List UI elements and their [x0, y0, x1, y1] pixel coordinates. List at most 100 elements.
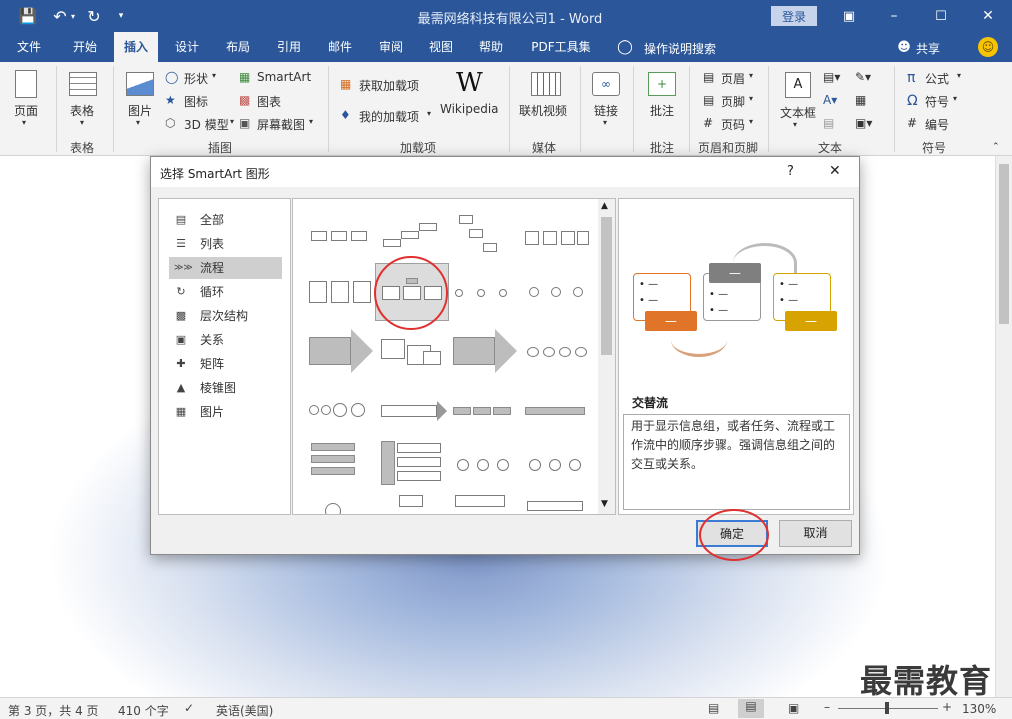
ribbon-display-icon[interactable]: ▣ [838, 6, 860, 26]
layout-thumbnail[interactable] [449, 323, 519, 379]
table-button[interactable]: 表格 [70, 102, 94, 119]
tab-pdf-tools[interactable]: PDF工具集 [523, 32, 599, 62]
zoom-in-icon[interactable]: + [942, 700, 952, 714]
gallery-scrollbar[interactable]: ▲ ▼ [598, 199, 615, 514]
layout-thumbnail[interactable] [305, 381, 375, 437]
wordart-icon[interactable]: A▾ [823, 93, 837, 107]
category-matrix[interactable]: ✚ 矩阵 [169, 353, 282, 375]
vertical-scrollbar[interactable] [995, 156, 1012, 697]
footer-dropdown-icon[interactable]: ▾ [749, 94, 753, 103]
save-icon[interactable]: 💾 [18, 6, 38, 26]
signature-icon[interactable]: ✎▾ [855, 70, 871, 84]
online-video-button[interactable]: 联机视频 [519, 102, 567, 119]
tab-view[interactable]: 视图 [418, 32, 464, 62]
layout-thumbnail[interactable] [305, 495, 375, 514]
layout-thumbnail[interactable] [521, 437, 591, 493]
header-button[interactable]: 页眉 [721, 70, 745, 87]
scroll-down-icon[interactable]: ▼ [601, 499, 608, 509]
minimize-icon[interactable]: – [883, 6, 905, 26]
login-button[interactable]: 登录 [771, 6, 817, 26]
repeat-icon[interactable]: ↻ [84, 6, 104, 26]
read-mode-icon[interactable]: ▤ [708, 701, 719, 715]
close-window-icon[interactable]: ✕ [977, 6, 999, 26]
dropcap-icon[interactable]: ▤ [823, 116, 834, 130]
smiley-icon[interactable]: ☺ [978, 37, 998, 57]
symbol-dropdown-icon[interactable]: ▾ [953, 94, 957, 103]
web-layout-icon[interactable]: ▣ [788, 701, 799, 715]
smartart-button[interactable]: SmartArt [257, 70, 311, 84]
tab-mailings[interactable]: 邮件 [317, 32, 363, 62]
tab-layout[interactable]: 布局 [215, 32, 261, 62]
footer-button[interactable]: 页脚 [721, 93, 745, 110]
category-pyramid[interactable]: ▲ 棱锥图 [169, 377, 282, 399]
proofing-icon[interactable]: ✓ [184, 701, 194, 715]
customize-qat-icon[interactable]: ▾ [114, 6, 128, 26]
tab-file[interactable]: 文件 [8, 32, 50, 62]
layout-thumbnail[interactable] [305, 323, 375, 379]
layout-thumbnail[interactable] [377, 495, 447, 514]
layout-thumbnail[interactable] [377, 323, 447, 379]
dialog-close-icon[interactable]: ✕ [829, 163, 841, 179]
quick-parts-icon[interactable]: ▤▾ [823, 70, 840, 84]
category-cycle[interactable]: ↻ 循环 [169, 281, 282, 303]
category-relationship[interactable]: ▣ 关系 [169, 329, 282, 351]
tab-help[interactable]: 帮助 [468, 32, 514, 62]
layout-thumbnail[interactable] [449, 437, 519, 493]
tab-design[interactable]: 设计 [164, 32, 210, 62]
tab-review[interactable]: 审阅 [368, 32, 414, 62]
header-dropdown-icon[interactable]: ▾ [749, 71, 753, 80]
scroll-up-icon[interactable]: ▲ [601, 201, 608, 211]
layout-thumbnail[interactable] [449, 265, 519, 321]
screenshot-dropdown-icon[interactable]: ▾ [309, 117, 313, 126]
maximize-icon[interactable]: ☐ [930, 6, 952, 26]
tell-me-search[interactable]: 操作说明搜索 [644, 40, 716, 57]
layout-thumbnail[interactable] [377, 437, 447, 493]
page-number-button[interactable]: 页码 [721, 116, 745, 133]
icons-button[interactable]: 图标 [184, 93, 208, 110]
model3d-button[interactable]: 3D 模型 [184, 116, 229, 133]
comment-button[interactable]: 批注 [650, 102, 674, 119]
layout-thumbnail[interactable] [521, 265, 591, 321]
get-addins-button[interactable]: 获取加载项 [359, 77, 419, 94]
layout-thumbnail[interactable] [521, 381, 591, 437]
picture-button[interactable]: 图片 [128, 102, 152, 119]
model3d-dropdown-icon[interactable]: ▾ [230, 117, 234, 126]
category-picture[interactable]: ▦ 图片 [169, 401, 282, 423]
equation-button[interactable]: 公式 [925, 70, 949, 87]
shapes-dropdown-icon[interactable]: ▾ [212, 71, 216, 80]
zoom-out-icon[interactable]: – [824, 700, 830, 714]
layout-thumbnail[interactable] [449, 381, 519, 437]
symbol-button[interactable]: 符号 [925, 93, 949, 110]
object-icon[interactable]: ▣▾ [855, 116, 872, 130]
picture-dropdown-icon[interactable]: ▾ [136, 118, 140, 127]
gallery-scroll-thumb[interactable] [601, 217, 612, 355]
my-addins-button[interactable]: 我的加载项 [359, 108, 419, 125]
textbox-dropdown-icon[interactable]: ▾ [793, 120, 797, 129]
category-process[interactable]: ≫≫ 流程 [169, 257, 282, 279]
table-dropdown-icon[interactable]: ▾ [80, 118, 84, 127]
page-number-dropdown-icon[interactable]: ▾ [749, 117, 753, 126]
page-dropdown-icon[interactable]: ▾ [22, 118, 26, 127]
help-button[interactable]: ? [787, 164, 794, 179]
word-count[interactable]: 410 个字 [118, 702, 169, 719]
undo-icon[interactable]: ↶ [50, 6, 70, 26]
layout-thumbnail[interactable] [521, 495, 591, 514]
print-layout-icon[interactable]: ▤ [738, 699, 764, 718]
cancel-button[interactable]: 取消 [779, 520, 852, 547]
textbox-button[interactable]: 文本框 [780, 104, 816, 121]
category-list-item[interactable]: ☰ 列表 [169, 233, 282, 255]
zoom-slider-thumb[interactable] [885, 702, 889, 714]
layout-thumbnail[interactable] [449, 209, 519, 265]
shapes-button[interactable]: 形状 [184, 70, 208, 87]
layout-thumbnail[interactable] [305, 265, 375, 321]
category-all[interactable]: ▤ 全部 [169, 209, 282, 231]
layout-thumbnail[interactable] [305, 209, 375, 265]
wikipedia-button[interactable]: Wikipedia [440, 102, 499, 116]
scroll-thumb[interactable] [999, 164, 1009, 324]
link-button[interactable]: 链接 [594, 102, 618, 119]
layout-thumbnail[interactable] [449, 495, 519, 514]
equation-dropdown-icon[interactable]: ▾ [957, 71, 961, 80]
layout-thumbnail[interactable] [305, 437, 375, 493]
tab-references[interactable]: 引用 [266, 32, 312, 62]
datetime-icon[interactable]: ▦ [855, 93, 866, 107]
